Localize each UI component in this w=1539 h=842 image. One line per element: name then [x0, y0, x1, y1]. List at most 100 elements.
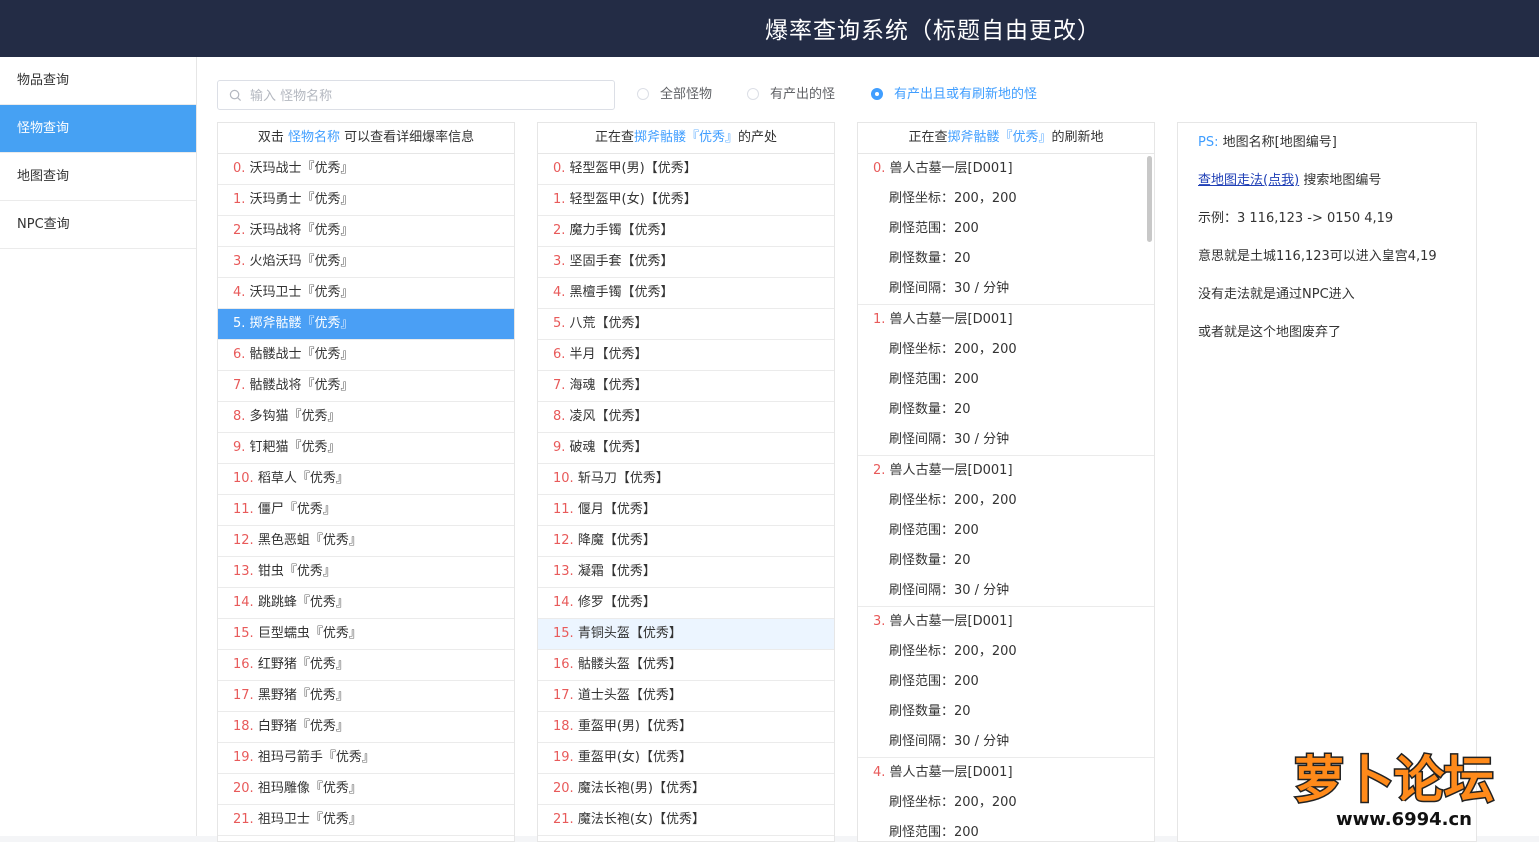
- spawn-range: 刷怪范围：200: [889, 372, 979, 387]
- scrollbar-thumb[interactable]: [1147, 156, 1152, 242]
- drop-item-row[interactable]: 11. 偃月【优秀】: [538, 495, 834, 526]
- row-index: 5.: [553, 316, 570, 331]
- row-index: 2.: [873, 463, 890, 478]
- monster-row[interactable]: 1. 沃玛勇士『优秀』: [218, 185, 514, 216]
- row-index: 16.: [233, 657, 258, 672]
- spawn-map-name: 兽人古墓一层[D001]: [889, 614, 1013, 629]
- monster-name: 巨型蠕虫『优秀』: [257, 626, 362, 641]
- monster-row[interactable]: 17. 黑野猪『优秀』: [218, 681, 514, 712]
- filter-with-drops-or-spawns[interactable]: 有产出且或有刷新地的怪: [871, 85, 1037, 105]
- monster-row[interactable]: 20. 祖玛雕像『优秀』: [218, 774, 514, 805]
- row-index: 2.: [233, 223, 250, 238]
- monster-row[interactable]: 14. 跳跳蜂『优秀』: [218, 588, 514, 619]
- spawn-map-line: 2. 兽人古墓一层[D001]: [858, 456, 1154, 486]
- radio-circle-checked: [871, 88, 883, 100]
- filter-all-monsters[interactable]: 全部怪物: [637, 85, 712, 105]
- row-index: 6.: [553, 347, 570, 362]
- drop-item-row[interactable]: 13. 凝霜【优秀】: [538, 557, 834, 588]
- ps-line: PS: 地图名称[地图编号]: [1198, 131, 1337, 150]
- row-index: 8.: [233, 409, 250, 424]
- map-route-line: 查地图走法(点我) 搜索地图编号: [1198, 169, 1381, 188]
- monster-row[interactable]: 19. 祖玛弓箭手『优秀』: [218, 743, 514, 774]
- drop-item-row[interactable]: 2. 魔力手镯【优秀】: [538, 216, 834, 247]
- monster-row[interactable]: 12. 黑色恶蛆『优秀』: [218, 526, 514, 557]
- page-title: 爆率查询系统（标题自由更改）: [765, 18, 1101, 44]
- row-index: 19.: [553, 750, 578, 765]
- drop-item-row[interactable]: 5. 八荒【优秀】: [538, 309, 834, 340]
- drop-item-row[interactable]: 19. 重盔甲(女)【优秀】: [538, 743, 834, 774]
- filter-with-drops[interactable]: 有产出的怪: [747, 85, 835, 105]
- drop-item-name: 魔法长袍(男)【优秀】: [577, 781, 705, 796]
- sidebar-item-monsters[interactable]: 怪物查询: [0, 105, 196, 153]
- sidebar-item-maps[interactable]: 地图查询: [0, 153, 196, 201]
- sidebar-item-npc[interactable]: NPC查询: [0, 201, 196, 249]
- monster-row[interactable]: 9. 钉耙猫『优秀』: [218, 433, 514, 464]
- drop-item-row[interactable]: 16. 骷髅头盔【优秀】: [538, 650, 834, 681]
- drop-item-row[interactable]: 15. 青铜头盔【优秀】: [538, 619, 834, 650]
- spawn-count: 刷怪数量：20: [889, 251, 971, 266]
- map-route-link[interactable]: 查地图走法: [1198, 173, 1263, 188]
- monster-row[interactable]: 15. 巨型蠕虫『优秀』: [218, 619, 514, 650]
- drop-item-row[interactable]: 17. 道士头盔【优秀】: [538, 681, 834, 712]
- monster-row[interactable]: 4. 沃玛卫士『优秀』: [218, 278, 514, 309]
- drop-item-row[interactable]: 9. 破魂【优秀】: [538, 433, 834, 464]
- map-route-click-link[interactable]: (点我): [1263, 173, 1299, 188]
- monster-name: 沃玛战将『优秀』: [249, 223, 354, 238]
- drop-list-header: 正在查掷斧骷髅『优秀』的产处: [538, 123, 834, 154]
- monster-row[interactable]: 18. 白野猪『优秀』: [218, 712, 514, 743]
- row-index: 16.: [553, 657, 578, 672]
- drop-item-row[interactable]: 3. 坚固手套【优秀】: [538, 247, 834, 278]
- row-index: 12.: [553, 533, 578, 548]
- row-index: 21.: [553, 812, 578, 827]
- drop-item-name: 魔法长袍(女)【优秀】: [577, 812, 705, 827]
- drop-item-row[interactable]: 0. 轻型盔甲(男)【优秀】: [538, 154, 834, 185]
- row-index: 3.: [873, 614, 890, 629]
- spawn-list: 0. 兽人古墓一层[D001] 刷怪坐标：200，200 刷怪范围：200 刷怪数量：…: [858, 154, 1154, 841]
- spawn-coord: 刷怪坐标：200，200: [889, 644, 1017, 659]
- row-index: 17.: [233, 688, 258, 703]
- drop-item-row[interactable]: 12. 降魔【优秀】: [538, 526, 834, 557]
- example-text: 示例：3 116,123 -> 0150 4,19: [1198, 211, 1394, 226]
- drop-item-row[interactable]: 1. 轻型盔甲(女)【优秀】: [538, 185, 834, 216]
- drop-item-row[interactable]: 4. 黑檀手镯【优秀】: [538, 278, 834, 309]
- monster-row[interactable]: 11. 僵尸『优秀』: [218, 495, 514, 526]
- drop-item-row[interactable]: 6. 半月【优秀】: [538, 340, 834, 371]
- monster-name: 跳跳蜂『优秀』: [257, 595, 349, 610]
- drop-item-row[interactable]: 7. 海魂【优秀】: [538, 371, 834, 402]
- drop-item-row[interactable]: 8. 凌风【优秀】: [538, 402, 834, 433]
- spawn-range: 刷怪范围：200: [889, 674, 979, 689]
- drop-item-name: 半月【优秀】: [569, 347, 648, 362]
- spawn-count: 刷怪数量：20: [889, 553, 971, 568]
- search-box: [217, 80, 615, 110]
- row-index: 11.: [233, 502, 258, 517]
- monster-name: 钉耙猫『优秀』: [249, 440, 341, 455]
- drop-item-name: 青铜头盔【优秀】: [577, 626, 682, 641]
- monster-row[interactable]: 5. 掷斧骷髅『优秀』: [218, 309, 514, 340]
- sidebar-item-items[interactable]: 物品查询: [0, 57, 196, 105]
- monster-name: 掷斧骷髅『优秀』: [249, 316, 354, 331]
- monster-row[interactable]: 6. 骷髅战士『优秀』: [218, 340, 514, 371]
- drop-item-name: 魔力手镯【优秀】: [569, 223, 674, 238]
- monster-name: 钳虫『优秀』: [257, 564, 336, 579]
- monster-row[interactable]: 0. 沃玛战士『优秀』: [218, 154, 514, 185]
- row-index: 18.: [233, 719, 258, 734]
- monster-name: 黑野猪『优秀』: [257, 688, 349, 703]
- drop-item-name: 轻型盔甲(女)【优秀】: [569, 192, 697, 207]
- monster-row[interactable]: 13. 钳虫『优秀』: [218, 557, 514, 588]
- watermark-url: www.6994.cn: [1336, 809, 1472, 830]
- monster-row[interactable]: 2. 沃玛战将『优秀』: [218, 216, 514, 247]
- monster-row[interactable]: 21. 祖玛卫士『优秀』: [218, 805, 514, 836]
- monster-row[interactable]: 10. 稻草人『优秀』: [218, 464, 514, 495]
- search-input[interactable]: [248, 85, 602, 107]
- monster-row[interactable]: 7. 骷髅战将『优秀』: [218, 371, 514, 402]
- monster-row[interactable]: 16. 红野猪『优秀』: [218, 650, 514, 681]
- drop-item-row[interactable]: 21. 魔法长袍(女)【优秀】: [538, 805, 834, 836]
- drop-item-row[interactable]: 20. 魔法长袍(男)【优秀】: [538, 774, 834, 805]
- monster-row[interactable]: 8. 多钩猫『优秀』: [218, 402, 514, 433]
- spawn-coord: 刷怪坐标：200，200: [889, 342, 1017, 357]
- drop-item-row[interactable]: 10. 斩马刀【优秀】: [538, 464, 834, 495]
- monster-row[interactable]: 3. 火焰沃玛『优秀』: [218, 247, 514, 278]
- monster-name: 火焰沃玛『优秀』: [249, 254, 354, 269]
- drop-item-row[interactable]: 14. 修罗【优秀】: [538, 588, 834, 619]
- drop-item-row[interactable]: 18. 重盔甲(男)【优秀】: [538, 712, 834, 743]
